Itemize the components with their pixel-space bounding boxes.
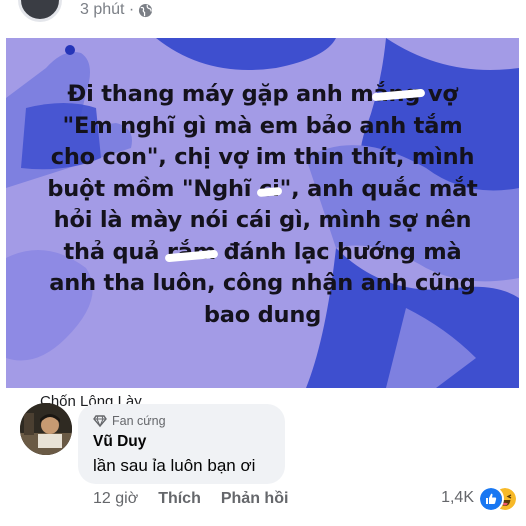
comment-time[interactable]: 12 giờ — [93, 490, 138, 508]
like-icon — [478, 486, 504, 512]
text-line-7: anh tha luôn, công nhận anh cũng — [49, 270, 476, 296]
reaction-summary[interactable]: 1,4K — [441, 486, 518, 512]
comment-text: lần sau ỉa luôn bạn ơi — [93, 456, 256, 475]
comment-actions: 12 giờ Thích Phản hồi — [93, 490, 288, 508]
fan-badge: Fan cứng — [93, 414, 166, 428]
reaction-count: 1,4K — [441, 489, 474, 506]
post-image[interactable]: Đi thang máy gặp anh mắng vợ "Em nghĩ gì… — [6, 38, 519, 388]
badge-label: Fan cứng — [112, 414, 166, 428]
globe-icon — [139, 3, 153, 17]
text-line-2: "Em nghĩ gì mà em bảo anh tắm — [62, 112, 463, 139]
reaction-icons — [478, 486, 518, 512]
diamond-icon — [93, 415, 107, 428]
avatar-photo — [20, 403, 72, 455]
comment-author[interactable]: Vũ Duy — [93, 433, 146, 451]
text-line-4: buột mồm "Nghĩ ci", anh quắc mắt — [47, 175, 478, 202]
like-button[interactable]: Thích — [158, 490, 201, 508]
text-line-5: hỏi là mày nói cái gì, mình sợ nên — [53, 207, 472, 233]
post-timestamp[interactable]: 3 phút · — [80, 1, 153, 19]
reply-button[interactable]: Phản hồi — [221, 490, 289, 508]
comment-bubble[interactable]: Fan cứng Vũ Duy lần sau ỉa luôn bạn ơi — [78, 404, 285, 484]
post-image-text: Đi thang máy gặp anh mắng vợ "Em nghĩ gì… — [14, 79, 511, 331]
poster-avatar[interactable] — [18, 0, 62, 22]
text-line-1: Đi thang máy gặp anh mắng vợ — [67, 81, 458, 107]
post-time-label: 3 phút · — [80, 1, 135, 18]
text-line-8: bao dung — [203, 301, 322, 328]
text-line-3: cho con", chị vợ im thin thít, mình — [50, 144, 475, 170]
text-line-6: thả quả rắm đánh lạc hướng mà — [63, 238, 462, 265]
commenter-avatar[interactable] — [20, 403, 72, 455]
